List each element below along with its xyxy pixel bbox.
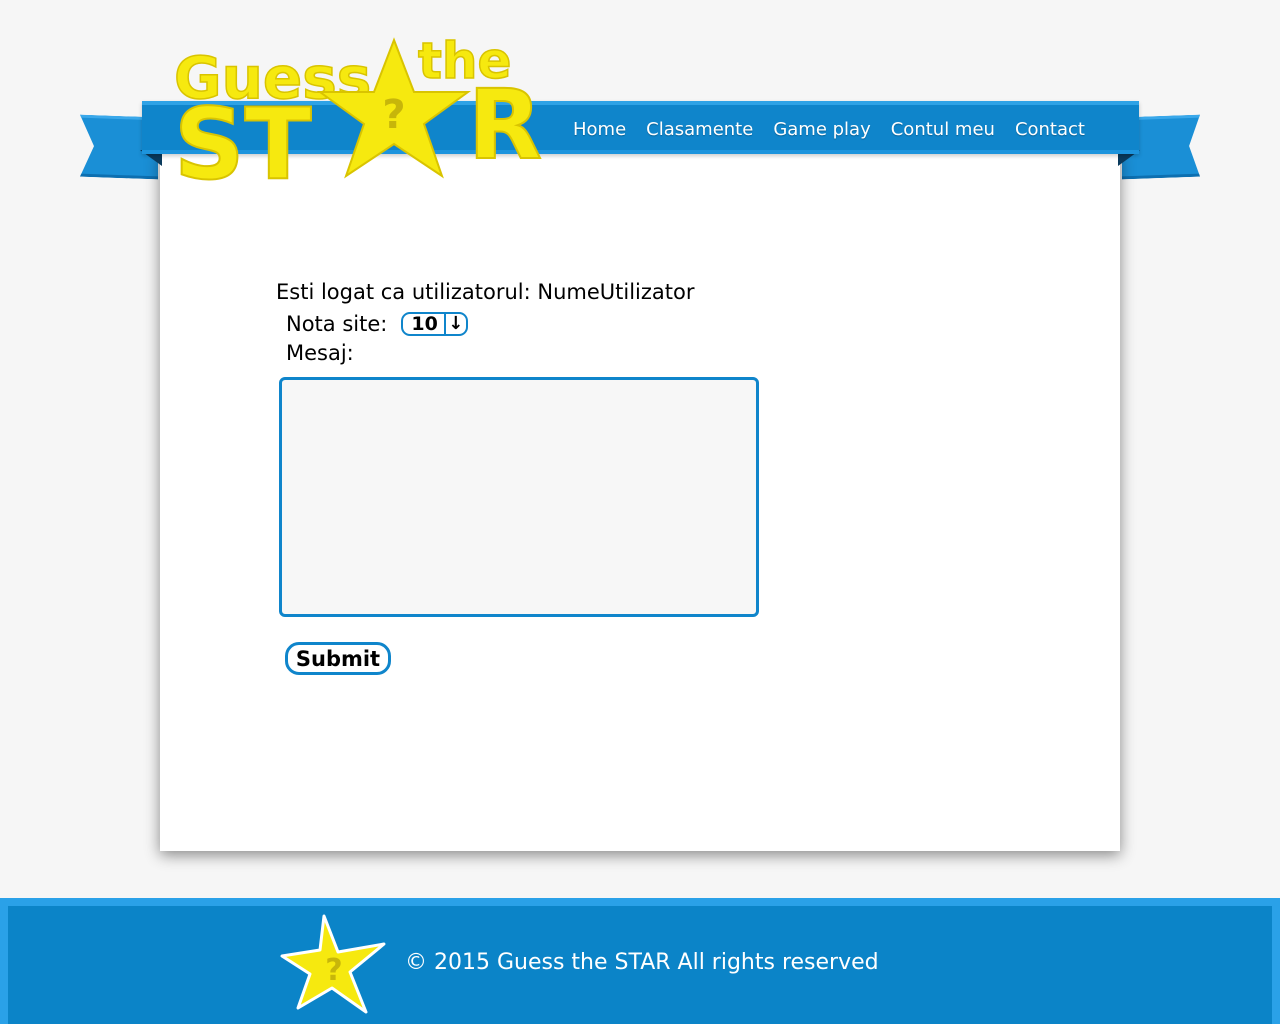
arrow-down-icon[interactable]: ↓ [443,314,466,334]
submit-button[interactable]: Submit [285,642,391,675]
main-nav: Home Clasamente Game play Contul meu Con… [565,114,1097,144]
nav-item-home[interactable]: Home [565,119,634,140]
footer-star-icon: ? [280,914,386,1014]
logo-question-mark: ? [382,92,405,138]
nav-item-contul-meu[interactable]: Contul meu [883,119,1003,140]
footer-star-question-mark: ? [325,953,342,988]
nav-item-contact[interactable]: Contact [1007,119,1093,140]
rating-label: Nota site: [286,312,388,336]
footer-copyright: © 2015 Guess the STAR All rights reserve… [405,950,879,975]
nav-item-clasamente[interactable]: Clasamente [638,119,761,140]
logged-in-status: Esti logat ca utilizatorul: NumeUtilizat… [276,280,695,304]
logo-word-st: ST [174,88,312,190]
message-label: Mesaj: [286,341,354,365]
nav-item-game-play[interactable]: Game play [765,119,878,140]
rating-select-value: 10 [411,313,438,335]
site-logo[interactable]: Guess the ST R ? [168,30,552,190]
logo-word-r: R [468,69,542,181]
rating-row: Nota site: 10 ↓ [286,312,468,336]
rating-select[interactable]: 10 ↓ [401,312,468,336]
message-textarea[interactable] [279,377,759,617]
